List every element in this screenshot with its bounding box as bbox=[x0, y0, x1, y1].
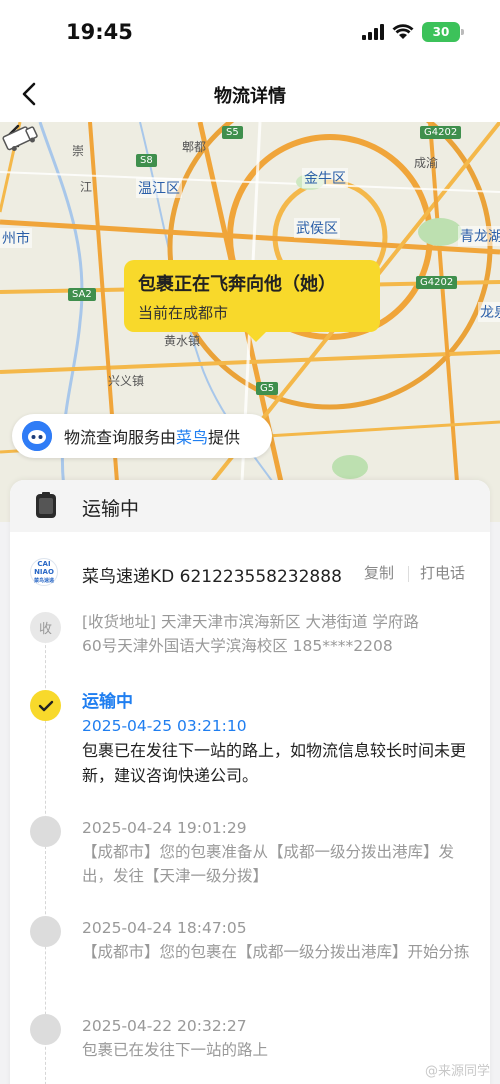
status-time: 19:45 bbox=[66, 20, 133, 44]
event-time: 2025-04-22 20:32:27 bbox=[82, 1017, 247, 1035]
event-time: 2025-04-24 18:47:05 bbox=[82, 919, 247, 937]
card-header: 运输中 bbox=[10, 480, 490, 532]
nav-bar: 物流详情 bbox=[0, 66, 500, 122]
map-label-qinglonghu: 青龙湖 bbox=[458, 226, 500, 246]
map-view[interactable]: 温江区 金牛区 武侯区 青龙湖 龙泉 兴义镇 黄水镇 州市 双流 郫都 成渝 崇… bbox=[0, 122, 500, 522]
shipment-status: 运输中 bbox=[82, 498, 140, 520]
truck-icon bbox=[2, 126, 38, 151]
map-label-xingyi: 兴义镇 bbox=[108, 374, 145, 388]
address-line-2: 60号天津外国语大学滨海校区 185****2208 bbox=[82, 637, 393, 655]
provider-suffix: 提供 bbox=[208, 428, 241, 447]
courier-logo-mid: NIAO bbox=[34, 567, 54, 576]
event-dot bbox=[30, 1014, 61, 1045]
provider-name-link[interactable]: 菜鸟 bbox=[176, 428, 208, 447]
road-badge-s8: S8 bbox=[136, 154, 157, 167]
map-label-jinniu: 金牛区 bbox=[302, 168, 348, 188]
receive-badge: 收 bbox=[30, 612, 61, 643]
event-time: 2025-04-25 03:21:10 bbox=[82, 717, 247, 735]
receive-address: [收货地址] 天津天津市滨海新区 大港街道 学府路 60号天津外国语大学滨海校区… bbox=[82, 610, 474, 658]
road-badge-g4202-right: G4202 bbox=[416, 276, 458, 289]
road-badge-g5: G5 bbox=[256, 382, 279, 395]
provider-pill: 物流查询服务由菜鸟提供 bbox=[12, 414, 272, 458]
event-item: 2025-04-24 18:47:05 【成都市】您的包裹在【成都一级分拨出港库… bbox=[82, 916, 474, 964]
road-badge-g4202-top: G4202 bbox=[420, 126, 462, 139]
event-item: 2025-04-22 20:32:27 包裹已在发往下一站的路上 bbox=[82, 1014, 474, 1062]
map-label-chengyu: 成渝 bbox=[414, 156, 439, 170]
road-badge-s5: S5 bbox=[222, 126, 243, 139]
map-label-jiang: 江 bbox=[80, 180, 93, 194]
map-label-pidu: 郫都 bbox=[182, 140, 207, 154]
road-badge-sa2: SA2 bbox=[68, 288, 96, 301]
status-icons: 30 bbox=[362, 22, 464, 42]
wifi-icon bbox=[392, 24, 414, 39]
copy-button[interactable]: 复制 bbox=[364, 562, 394, 583]
map-label-chong: 崇 bbox=[72, 144, 85, 158]
event-desc: 包裹已在发往下一站的路上 bbox=[82, 1041, 269, 1059]
event-desc: 【成都市】您的包裹准备从【成都一级分拨出港库】发出，发往【天津一级分拨】 bbox=[82, 843, 455, 885]
cainiao-bird-icon bbox=[22, 421, 52, 451]
map-label-wenjiang: 温江区 bbox=[136, 178, 182, 198]
page-title: 物流详情 bbox=[214, 86, 286, 107]
courier-tracking-number: 菜鸟速递KD 621223558232888 bbox=[82, 567, 342, 587]
event-current: 运输中 2025-04-25 03:21:10 包裹已在发往下一站的路上，如物流… bbox=[82, 690, 474, 788]
event-desc: 包裹已在发往下一站的路上，如物流信息较长时间未更新，建议咨询快递公司。 bbox=[82, 741, 467, 785]
event-dot-active bbox=[30, 690, 61, 721]
action-divider bbox=[408, 566, 409, 582]
map-label-wuhou: 武侯区 bbox=[294, 218, 340, 238]
courier-row: CAI NIAO 菜鸟速递 菜鸟速递KD 621223558232888 复制 打电… bbox=[10, 556, 490, 592]
logistics-card: 运输中 CAI NIAO 菜鸟速递 菜鸟速递KD 621223558232888 复… bbox=[10, 480, 490, 1084]
event-item: 2025-04-24 19:01:29 【成都市】您的包裹准备从【成都一级分拨出… bbox=[82, 816, 474, 888]
map-label-longquan: 龙泉 bbox=[478, 302, 500, 322]
event-dot bbox=[30, 916, 61, 947]
provider-prefix: 物流查询服务由 bbox=[64, 428, 177, 447]
event-dot bbox=[30, 816, 61, 847]
event-title: 运输中 bbox=[82, 692, 133, 712]
courier-logo: CAI NIAO 菜鸟速递 bbox=[30, 558, 58, 586]
battery-indicator: 30 bbox=[422, 22, 464, 42]
provider-text: 物流查询服务由菜鸟提供 bbox=[64, 424, 240, 448]
watermark: @来源同学 bbox=[424, 1064, 490, 1079]
event-desc: 【成都市】您的包裹在【成都一级分拨出港库】开始分拣 bbox=[82, 943, 470, 961]
signal-icon bbox=[362, 24, 384, 40]
address-line-1: [收货地址] 天津天津市滨海新区 大港街道 学府路 bbox=[82, 613, 419, 631]
check-icon bbox=[38, 700, 53, 711]
courier-logo-top: CAI bbox=[37, 559, 51, 568]
courier-logo-bottom: 菜鸟速递 bbox=[33, 577, 54, 584]
status-bar: 19:45 30 bbox=[0, 0, 500, 66]
call-button[interactable]: 打电话 bbox=[420, 562, 465, 583]
bubble-title: 包裹正在飞奔向他（她） bbox=[138, 274, 336, 295]
bubble-subtitle: 当前在成都市 bbox=[138, 304, 229, 322]
package-icon bbox=[36, 492, 56, 518]
event-time: 2025-04-24 19:01:29 bbox=[82, 819, 247, 837]
location-bubble: 包裹正在飞奔向他（她） 当前在成都市 bbox=[124, 260, 380, 342]
map-label-zhoushi: 州市 bbox=[0, 228, 32, 248]
map-label-huangshui: 黄水镇 bbox=[164, 334, 201, 348]
